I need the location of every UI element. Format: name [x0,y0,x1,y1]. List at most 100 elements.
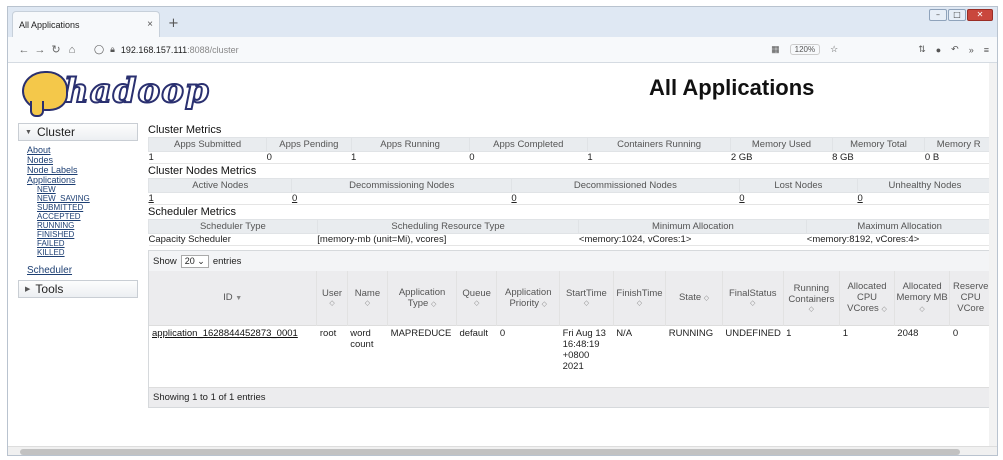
back-arrow-icon[interactable]: ← [16,44,32,56]
menu-icon[interactable]: ≡ [984,45,989,55]
decommissioned-nodes-link[interactable]: 0 [511,192,740,205]
scheduler-value: Capacity Scheduler [148,233,318,246]
sidebar-link-applications[interactable]: Applications [27,175,138,185]
state-link-submitted[interactable]: SUBMITTED [27,203,138,212]
scheduler-metrics-table: Scheduler Type Scheduling Resource Type … [148,219,993,246]
column-header-allocated-vcores[interactable]: Allocated CPU VCores ◇ [839,271,895,325]
main-content: Cluster Metrics Apps Submitted Apps Pend… [147,123,994,408]
node-metrics-title: Cluster Nodes Metrics [148,165,257,177]
sort-icon: ◇ [329,300,335,308]
url-path: :8088/cluster [187,44,239,55]
vertical-scrollbar[interactable] [989,63,997,446]
header-label: Reserve CPU VCore [953,281,989,315]
header-label: Running Containers [788,282,835,305]
decommissioning-nodes-link[interactable]: 0 [291,192,512,205]
active-nodes-link[interactable]: 1 [148,192,292,205]
column-header-queue[interactable]: Queue ◇ [456,271,498,325]
metric-value: 1 [587,151,731,164]
state-link-new[interactable]: NEW [27,185,138,194]
column-header-running-containers[interactable]: Running Containers ◇ [783,271,841,325]
tab-all-applications[interactable]: All Applications × [12,11,160,37]
sort-icon: ◇ [364,300,371,308]
table-header-row: ID ▼ User ◇ Name ◇ Application Type ◇ Queu… [149,271,992,325]
zoom-level[interactable]: 120% [789,44,821,55]
cell-name: word count [347,324,388,387]
navigation-bar: ← → ↻ ⌂ ◯ 🔒︎ 192.168.157.111:8088/cluste… [8,37,997,63]
home-icon[interactable]: ⌂ [64,44,80,56]
scheduler-value: [memory-mb (unit=Mi), vcores] [317,233,579,246]
scrollbar-thumb[interactable] [20,449,960,455]
table-header-row: Active Nodes Decommissioning Nodes Decom… [147,178,994,193]
sort-icon: ◇ [881,306,887,314]
qr-icon[interactable]: ▦ [771,44,780,55]
show-label: Show [153,255,177,267]
state-link-killed[interactable]: KILLED [27,248,138,257]
node-metrics-table: Active Nodes Decommissioning Nodes Decom… [147,178,994,205]
cell-running-containers: 1 [783,324,840,387]
sidebar: ▼ Cluster About Nodes Node Labels Applic… [18,123,138,298]
sidebar-link-nodes[interactable]: Nodes [27,155,138,165]
column-header: Apps Submitted [147,137,268,152]
tools-section-header[interactable]: ▶ Tools [18,280,138,298]
undo-icon[interactable]: ↶ [951,44,959,55]
lost-nodes-link[interactable]: 0 [739,192,858,205]
column-header-starttime[interactable]: StartTime ◇ [559,271,614,325]
horizontal-scrollbar[interactable] [8,446,997,455]
page-title: All Applications [649,75,815,100]
lock-icon: 🔒︎ [110,44,115,54]
header-label: User [322,288,343,300]
header-label: Queue [462,288,491,300]
cluster-label: Cluster [36,125,75,139]
minimize-button[interactable]: – [929,9,947,21]
sidebar-link-node-labels[interactable]: Node Labels [27,165,138,175]
shield-icon: ◯ [94,44,105,54]
column-header-id[interactable]: ID ▼ [149,271,318,325]
forward-arrow-icon[interactable]: → [32,44,48,56]
header-label: Allocated Memory MB [896,281,948,304]
chat-icon[interactable]: ● [936,45,941,55]
column-header: Unhealthy Nodes [856,178,994,193]
new-tab-button[interactable]: + [168,16,179,31]
cell-reserved-vcores: 0 [949,324,992,387]
metric-value: 0 [469,151,588,164]
state-link-accepted[interactable]: ACCEPTED [27,212,138,221]
column-header-priority[interactable]: Application Priority ◇ [496,271,561,325]
application-id-link[interactable]: application_1628844452873_0001 [149,324,317,387]
unhealthy-nodes-link[interactable]: 0 [857,192,993,205]
column-header: Scheduler Type [148,219,318,234]
state-link-finished[interactable]: FINISHED [27,230,138,239]
maximize-button[interactable]: □ [948,9,966,21]
state-link-new-saving[interactable]: NEW_SAVING [27,194,138,203]
state-link-failed[interactable]: FAILED [27,239,138,248]
column-header-state[interactable]: State ◇ [665,271,723,325]
close-icon[interactable]: × [147,19,153,30]
sort-icon: ◇ [919,306,925,314]
column-header-user[interactable]: User ◇ [316,271,348,325]
page-size-select[interactable]: 20 ⌄ [180,254,209,268]
column-header-finishtime[interactable]: FinishTime ◇ [613,271,667,325]
column-header-allocated-memory[interactable]: Allocated Memory MB ◇ [894,271,951,325]
metric-value: 2 GB [730,151,833,164]
overflow-icon[interactable]: » [969,45,974,55]
star-icon[interactable]: ☆ [830,44,838,55]
column-header: Lost Nodes [738,178,858,193]
column-header: Minimum Allocation [578,219,808,234]
column-header: Memory Used [730,137,833,152]
scheduler-value: <memory:1024, vCores:1> [578,233,807,246]
column-header: Apps Pending [266,137,352,152]
column-header-finalstatus[interactable]: FinalStatus ◇ [722,271,784,325]
column-header-reserved-vcores[interactable]: Reserve CPU VCore [949,271,992,325]
address-bar[interactable]: ◯ 🔒︎ 192.168.157.111:8088/cluster [94,44,771,55]
column-header-name[interactable]: Name ◇ [347,271,389,325]
cluster-section-header[interactable]: ▼ Cluster [18,123,138,141]
state-link-running[interactable]: RUNNING [27,221,138,230]
sort-icon: ◇ [473,300,480,308]
sort-icon: ◇ [703,295,710,303]
reload-icon[interactable]: ↻ [48,43,64,56]
extension-icon[interactable]: ⇅ [918,44,926,55]
sidebar-link-scheduler[interactable]: Scheduler [27,265,72,276]
column-header: Memory Total [831,137,926,152]
window-close-button[interactable]: ✕ [967,9,993,21]
sidebar-link-about[interactable]: About [27,145,138,155]
column-header-type[interactable]: Application Type ◇ [387,271,457,325]
